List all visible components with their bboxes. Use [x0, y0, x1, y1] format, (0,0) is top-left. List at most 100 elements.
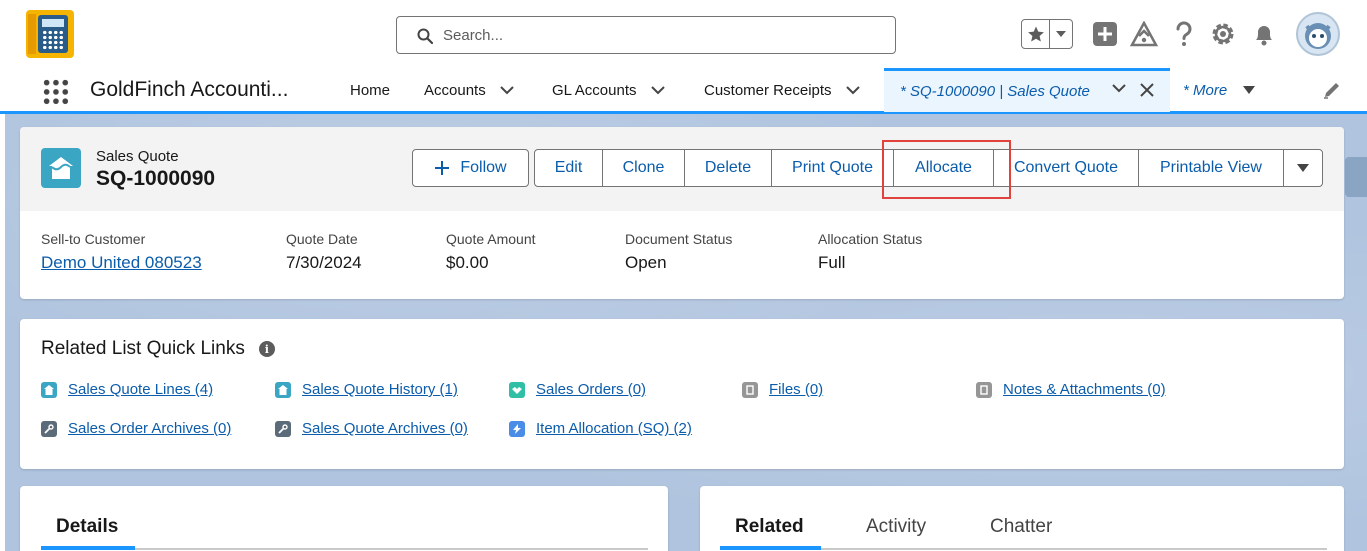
search-icon: [417, 28, 433, 44]
nav-item-label: Customer Receipts: [704, 81, 832, 99]
app-name: GoldFinch Accounti...: [90, 78, 289, 101]
add-icon[interactable]: [1091, 20, 1119, 48]
nav-item-customer-receipts[interactable]: Customer Receipts: [704, 68, 860, 112]
chevron-down-icon[interactable]: [1050, 20, 1072, 48]
search-input[interactable]: [443, 18, 883, 52]
follow-button[interactable]: Follow: [412, 149, 529, 187]
nav-item-label: Accounts: [424, 81, 486, 99]
favorites-group: [1021, 19, 1073, 49]
help-icon[interactable]: [1170, 20, 1198, 48]
wrench-icon: [41, 420, 57, 437]
gear-icon[interactable]: [1209, 20, 1237, 48]
handshake-icon: [509, 381, 525, 398]
chevron-down-icon: [1297, 164, 1309, 172]
global-header: [0, 0, 1367, 68]
tab-details[interactable]: Details: [56, 516, 118, 538]
delete-button[interactable]: Delete: [685, 150, 772, 186]
nav-item-home[interactable]: Home: [350, 68, 390, 112]
nav-item-label: Home: [350, 81, 391, 99]
app-logo[interactable]: [26, 10, 74, 58]
quick-link-label: Sales Orders (0): [536, 381, 647, 398]
follow-label: Follow: [460, 159, 507, 176]
nav-more-label: * More: [1183, 81, 1228, 99]
quick-links-title: Related List Quick Links i: [41, 338, 275, 360]
nav-more[interactable]: * More: [1183, 68, 1256, 112]
nav-item-gl-accounts[interactable]: GL Accounts: [552, 68, 665, 112]
record-highlights: Sales Quote SQ-1000090 Follow Edit Clone…: [20, 127, 1344, 299]
nav-item-accounts[interactable]: Accounts: [424, 68, 514, 112]
field-label: Quote Amount: [446, 231, 536, 247]
quick-link-label: Sales Quote History (1): [302, 381, 458, 398]
field-allocation-status: Allocation Status Full: [818, 231, 922, 273]
sales-quote-icon: [275, 381, 291, 398]
tab-related[interactable]: Related: [735, 516, 804, 538]
sales-quote-icon: [41, 381, 57, 398]
wrench-icon: [275, 420, 291, 437]
field-value: $0.00: [446, 253, 489, 272]
tab-chatter[interactable]: Chatter: [990, 516, 1052, 538]
field-quote-date: Quote Date 7/30/2024: [286, 231, 362, 273]
info-icon[interactable]: i: [258, 341, 275, 357]
customer-link[interactable]: Demo United 080523: [41, 253, 202, 273]
quick-link-files[interactable]: Files (0): [742, 381, 823, 398]
sales-quote-icon: [41, 148, 81, 188]
related-card: Related Activity Chatter: [700, 486, 1344, 551]
field-label: Allocation Status: [818, 231, 923, 247]
quick-link-sales-orders[interactable]: Sales Orders (0): [509, 381, 646, 398]
clone-button[interactable]: Clone: [603, 150, 685, 186]
chevron-down-icon[interactable]: [1112, 84, 1126, 93]
trailhead-icon[interactable]: [1130, 20, 1158, 48]
app-launcher-icon[interactable]: [42, 78, 70, 106]
quick-link-label: Sales Quote Archives (0): [302, 420, 468, 437]
quick-link-sales-quote-archives[interactable]: Sales Quote Archives (0): [275, 420, 468, 437]
pencil-icon[interactable]: [1322, 80, 1342, 100]
quick-link-sales-order-archives[interactable]: Sales Order Archives (0): [41, 420, 231, 437]
allocate-button[interactable]: Allocate: [894, 150, 994, 186]
chevron-down-icon[interactable]: [650, 85, 665, 95]
printable-view-button[interactable]: Printable View: [1139, 150, 1284, 186]
highlight-fields: Sell-to Customer Demo United 080523 Quot…: [20, 211, 1344, 299]
quick-link-label: Notes & Attachments (0): [1003, 381, 1166, 398]
bell-icon[interactable]: [1250, 20, 1278, 48]
chevron-down-icon[interactable]: [845, 85, 860, 95]
field-label: Document Status: [625, 231, 733, 247]
field-document-status: Document Status Open: [625, 231, 732, 273]
related-list-quick-links: Related List Quick Links i Sales Quote L…: [20, 319, 1344, 469]
nav-bar: GoldFinch Accounti... Home Accounts GL A…: [0, 68, 1367, 114]
tab-sales-quote[interactable]: * SQ-1000090 | Sales Quote: [884, 68, 1170, 112]
nav-item-label: GL Accounts: [552, 81, 637, 99]
quick-link-notes-attachments[interactable]: Notes & Attachments (0): [976, 381, 1166, 398]
tab-activity[interactable]: Activity: [866, 516, 926, 538]
field-quote-amount: Quote Amount $0.00: [446, 231, 536, 273]
field-value: Open: [625, 253, 667, 272]
close-icon[interactable]: [1140, 83, 1154, 97]
star-icon[interactable]: [1022, 20, 1050, 48]
field-value: 7/30/2024: [286, 253, 362, 272]
more-actions-button[interactable]: [1284, 150, 1322, 186]
chevron-down-icon: [1243, 86, 1256, 94]
quick-links-title-text: Related List Quick Links: [41, 338, 245, 359]
global-search[interactable]: [396, 16, 896, 54]
quick-link-label: Files (0): [769, 381, 824, 398]
quick-link-label: Sales Quote Lines (4): [68, 381, 214, 398]
edit-button[interactable]: Edit: [535, 150, 603, 186]
quick-link-label: Item Allocation (SQ) (2): [536, 420, 692, 437]
quick-link-item-allocation[interactable]: Item Allocation (SQ) (2): [509, 420, 692, 437]
print-quote-button[interactable]: Print Quote: [772, 150, 894, 186]
quick-link-label: Sales Order Archives (0): [68, 420, 232, 437]
field-label: Quote Date: [286, 231, 358, 247]
utility-side-tab[interactable]: [1345, 157, 1367, 197]
tab-active-indicator: [41, 546, 135, 550]
quick-link-sales-quote-history[interactable]: Sales Quote History (1): [275, 381, 458, 398]
chevron-down-icon[interactable]: [499, 85, 514, 95]
field-sell-to-customer: Sell-to Customer Demo United 080523: [41, 231, 202, 273]
avatar[interactable]: [1296, 12, 1340, 56]
tab-label: * SQ-1000090 | Sales Quote: [900, 83, 1090, 100]
notes-icon: [976, 381, 992, 398]
lightning-icon: [509, 420, 525, 437]
field-value: Full: [818, 253, 846, 272]
quick-link-sales-quote-lines[interactable]: Sales Quote Lines (4): [41, 381, 213, 398]
files-icon: [742, 381, 758, 398]
action-buttons: Edit Clone Delete Print Quote Allocate C…: [534, 149, 1323, 187]
convert-quote-button[interactable]: Convert Quote: [994, 150, 1139, 186]
